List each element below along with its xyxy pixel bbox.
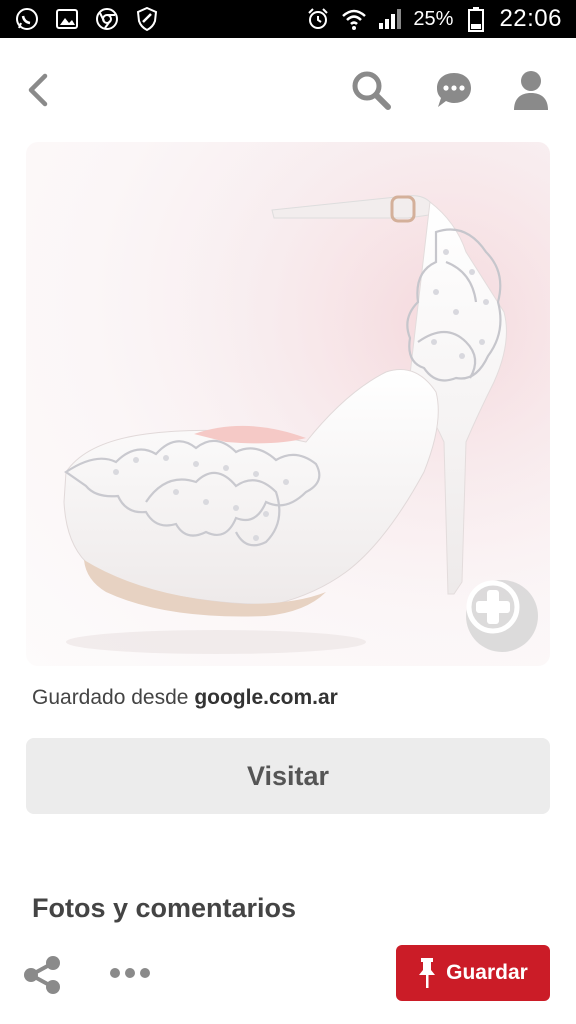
chat-icon — [437, 73, 471, 107]
pin-image[interactable] — [26, 142, 550, 666]
saved-from-prefix: Guardado desde — [32, 686, 189, 709]
photos-comments-title: Fotos y comentarios — [32, 893, 297, 923]
top-nav — [0, 38, 576, 142]
alarm-icon — [305, 6, 331, 32]
more-button[interactable] — [108, 961, 152, 985]
status-bar: 25% 22:06 — [0, 0, 576, 38]
visit-button[interactable]: Visitar — [26, 738, 550, 814]
zoom-plus-icon — [466, 580, 520, 634]
pin-icon — [419, 958, 436, 988]
clock: 22:06 — [499, 5, 562, 32]
battery-percent: 25% — [413, 7, 454, 30]
search-button[interactable] — [347, 66, 395, 114]
more-icon — [110, 968, 120, 978]
share-button[interactable] — [20, 953, 64, 997]
shield-icon — [134, 6, 160, 32]
search-icon — [352, 71, 391, 110]
visit-button-label: Visitar — [246, 760, 330, 791]
messages-button[interactable] — [430, 66, 478, 114]
zoom-button[interactable] — [466, 580, 538, 652]
save-button[interactable]: Guardar — [396, 945, 550, 1001]
saved-from: Guardado desde google.com.ar — [32, 686, 338, 710]
profile-button[interactable] — [507, 66, 555, 114]
chrome-icon — [94, 6, 120, 32]
back-icon — [28, 73, 48, 107]
profile-icon — [514, 71, 548, 110]
gallery-icon — [54, 6, 80, 32]
battery-icon — [463, 6, 489, 32]
save-button-label: Guardar — [446, 961, 528, 984]
back-button[interactable] — [20, 70, 56, 110]
signal-icon — [377, 6, 403, 32]
bottom-action-bar: Guardar — [0, 935, 576, 1024]
whatsapp-icon — [14, 6, 40, 32]
share-icon — [24, 956, 60, 994]
wifi-icon — [341, 6, 367, 32]
saved-from-domain[interactable]: google.com.ar — [194, 686, 338, 709]
